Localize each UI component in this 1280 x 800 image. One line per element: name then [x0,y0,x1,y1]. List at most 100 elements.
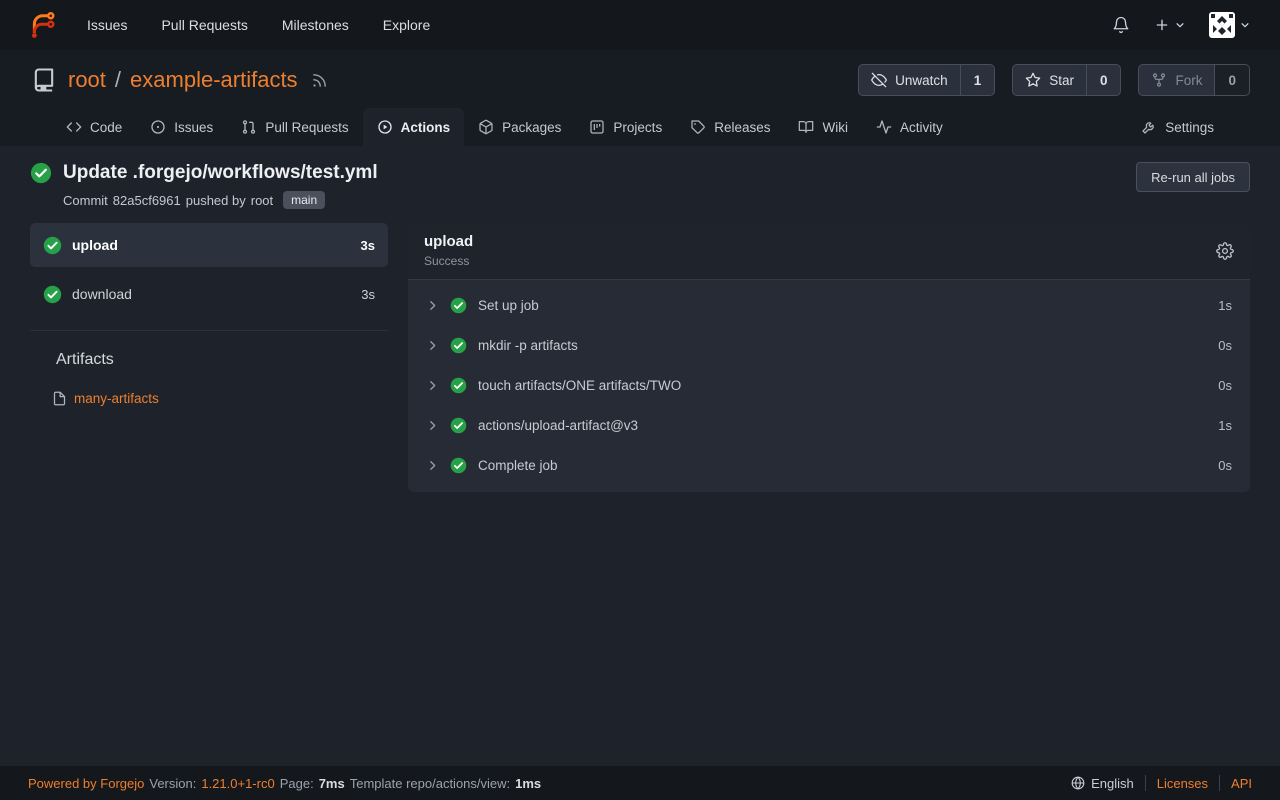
step-row-complete-job[interactable]: Complete job 0s [408,445,1250,485]
language-selector[interactable]: English [1071,776,1134,791]
tab-releases[interactable]: Releases [676,108,784,146]
fork-icon [1151,72,1167,88]
tab-actions[interactable]: Actions [363,108,465,146]
licenses-link[interactable]: Licenses [1157,776,1208,791]
rss-feed-icon[interactable] [311,72,328,89]
star-label: Star [1049,73,1074,88]
gear-icon[interactable] [1216,242,1234,260]
tab-packages[interactable]: Packages [464,108,575,146]
job-item-upload[interactable]: upload 3s [30,223,388,267]
job-duration: 3s [361,238,375,253]
success-check-icon [450,457,467,474]
tab-pull-requests[interactable]: Pull Requests [227,108,362,146]
repo-tabs: Code Issues Pull Requests Actions Packag… [30,96,1250,146]
fork-button[interactable]: Fork 0 [1138,64,1250,96]
project-board-icon [589,119,605,135]
git-pull-request-icon [241,119,257,135]
issue-circle-dot-icon [150,119,166,135]
nav-item-issues[interactable]: Issues [70,0,144,50]
run-title-row: Update .forgejo/workflows/test.yml [30,162,378,184]
footer-divider [1145,775,1146,791]
watchers-count[interactable]: 1 [960,65,995,95]
plus-icon [1154,17,1170,33]
step-duration: 0s [1218,338,1232,353]
success-check-icon [450,377,467,394]
nav-item-explore[interactable]: Explore [366,0,447,50]
step-row-touch-artifacts[interactable]: touch artifacts/ONE artifacts/TWO 0s [408,365,1250,405]
step-name: Complete job [478,458,558,473]
success-check-icon [30,162,52,184]
branch-badge[interactable]: main [283,191,325,209]
book-open-icon [798,119,814,135]
step-duration: 1s [1218,298,1232,313]
repo-breadcrumb: root / example-artifacts [68,67,298,93]
top-navbar: Issues Pull Requests Milestones Explore [0,0,1280,50]
create-new-dropdown[interactable] [1154,17,1185,33]
success-check-icon [450,297,467,314]
footer-divider [1219,775,1220,791]
forgejo-logo-icon[interactable] [28,10,58,40]
tools-icon [1141,119,1157,135]
tab-settings[interactable]: Settings [1127,108,1228,146]
file-icon [52,391,67,406]
job-status-label: Success [424,254,473,268]
artifacts-heading: Artifacts [56,351,388,369]
step-name: touch artifacts/ONE artifacts/TWO [478,378,681,393]
artifact-link-many-artifacts[interactable]: many-artifacts [52,391,388,406]
job-duration: 3s [361,287,375,302]
step-duration: 0s [1218,458,1232,473]
run-title: Update .forgejo/workflows/test.yml [63,162,378,184]
globe-icon [1071,776,1085,790]
chevron-right-icon [426,419,439,432]
step-row-set-up-job[interactable]: Set up job 1s [408,285,1250,325]
repo-header: root / example-artifacts Unwatch [0,50,1280,146]
page-time-value: 7ms [319,776,345,791]
job-item-download[interactable]: download 3s [30,272,388,316]
tag-icon [690,119,706,135]
unwatch-label: Unwatch [895,73,948,88]
version-label: Version: [149,776,196,791]
tab-activity[interactable]: Activity [862,108,957,146]
job-name: download [72,286,132,302]
success-check-icon [43,285,62,304]
template-time-label: Template repo/actions/view: [350,776,510,791]
repository-icon [30,66,58,94]
footer-info: Powered by Forgejo Version: 1.21.0+1-rc0… [28,776,541,791]
jobs-sidebar: upload 3s download 3s Artifacts many-art… [30,223,388,416]
job-detail-header: upload Success [408,223,1250,280]
version-link[interactable]: 1.21.0+1-rc0 [201,776,274,791]
api-link[interactable]: API [1231,776,1252,791]
step-name: Set up job [478,298,539,313]
commit-hash-link[interactable]: 82a5cf6961 [113,193,181,208]
job-steps-list: Set up job 1s mkdir -p artifacts 0s [408,280,1250,492]
footer-links: English Licenses API [1071,775,1252,791]
notifications-bell-icon[interactable] [1112,16,1130,34]
star-button[interactable]: Star 0 [1012,64,1121,96]
forks-count[interactable]: 0 [1214,65,1249,95]
step-row-upload-artifact-action[interactable]: actions/upload-artifact@v3 1s [408,405,1250,445]
step-row-mkdir[interactable]: mkdir -p artifacts 0s [408,325,1250,365]
repo-owner-link[interactable]: root [68,67,106,93]
sidebar-divider [30,330,388,331]
chevron-down-icon [1240,20,1250,30]
user-menu-dropdown[interactable] [1209,12,1250,38]
tab-wiki[interactable]: Wiki [784,108,862,146]
job-detail-title: upload [424,233,473,250]
navbar-right [1112,12,1264,38]
job-name: upload [72,237,118,253]
repo-name-link[interactable]: example-artifacts [130,67,298,93]
tab-projects[interactable]: Projects [575,108,676,146]
commit-author-link[interactable]: root [251,193,273,208]
nav-item-milestones[interactable]: Milestones [265,0,366,50]
powered-by-forgejo-link[interactable]: Powered by Forgejo [28,776,144,791]
success-check-icon [450,337,467,354]
rerun-all-jobs-button[interactable]: Re-run all jobs [1136,162,1250,192]
step-duration: 1s [1218,418,1232,433]
stars-count[interactable]: 0 [1086,65,1121,95]
nav-item-pull-requests[interactable]: Pull Requests [144,0,264,50]
artifact-name: many-artifacts [74,391,159,406]
unwatch-button[interactable]: Unwatch 1 [858,64,995,96]
tab-issues[interactable]: Issues [136,108,227,146]
page-time-label: Page: [280,776,314,791]
tab-code[interactable]: Code [52,108,136,146]
